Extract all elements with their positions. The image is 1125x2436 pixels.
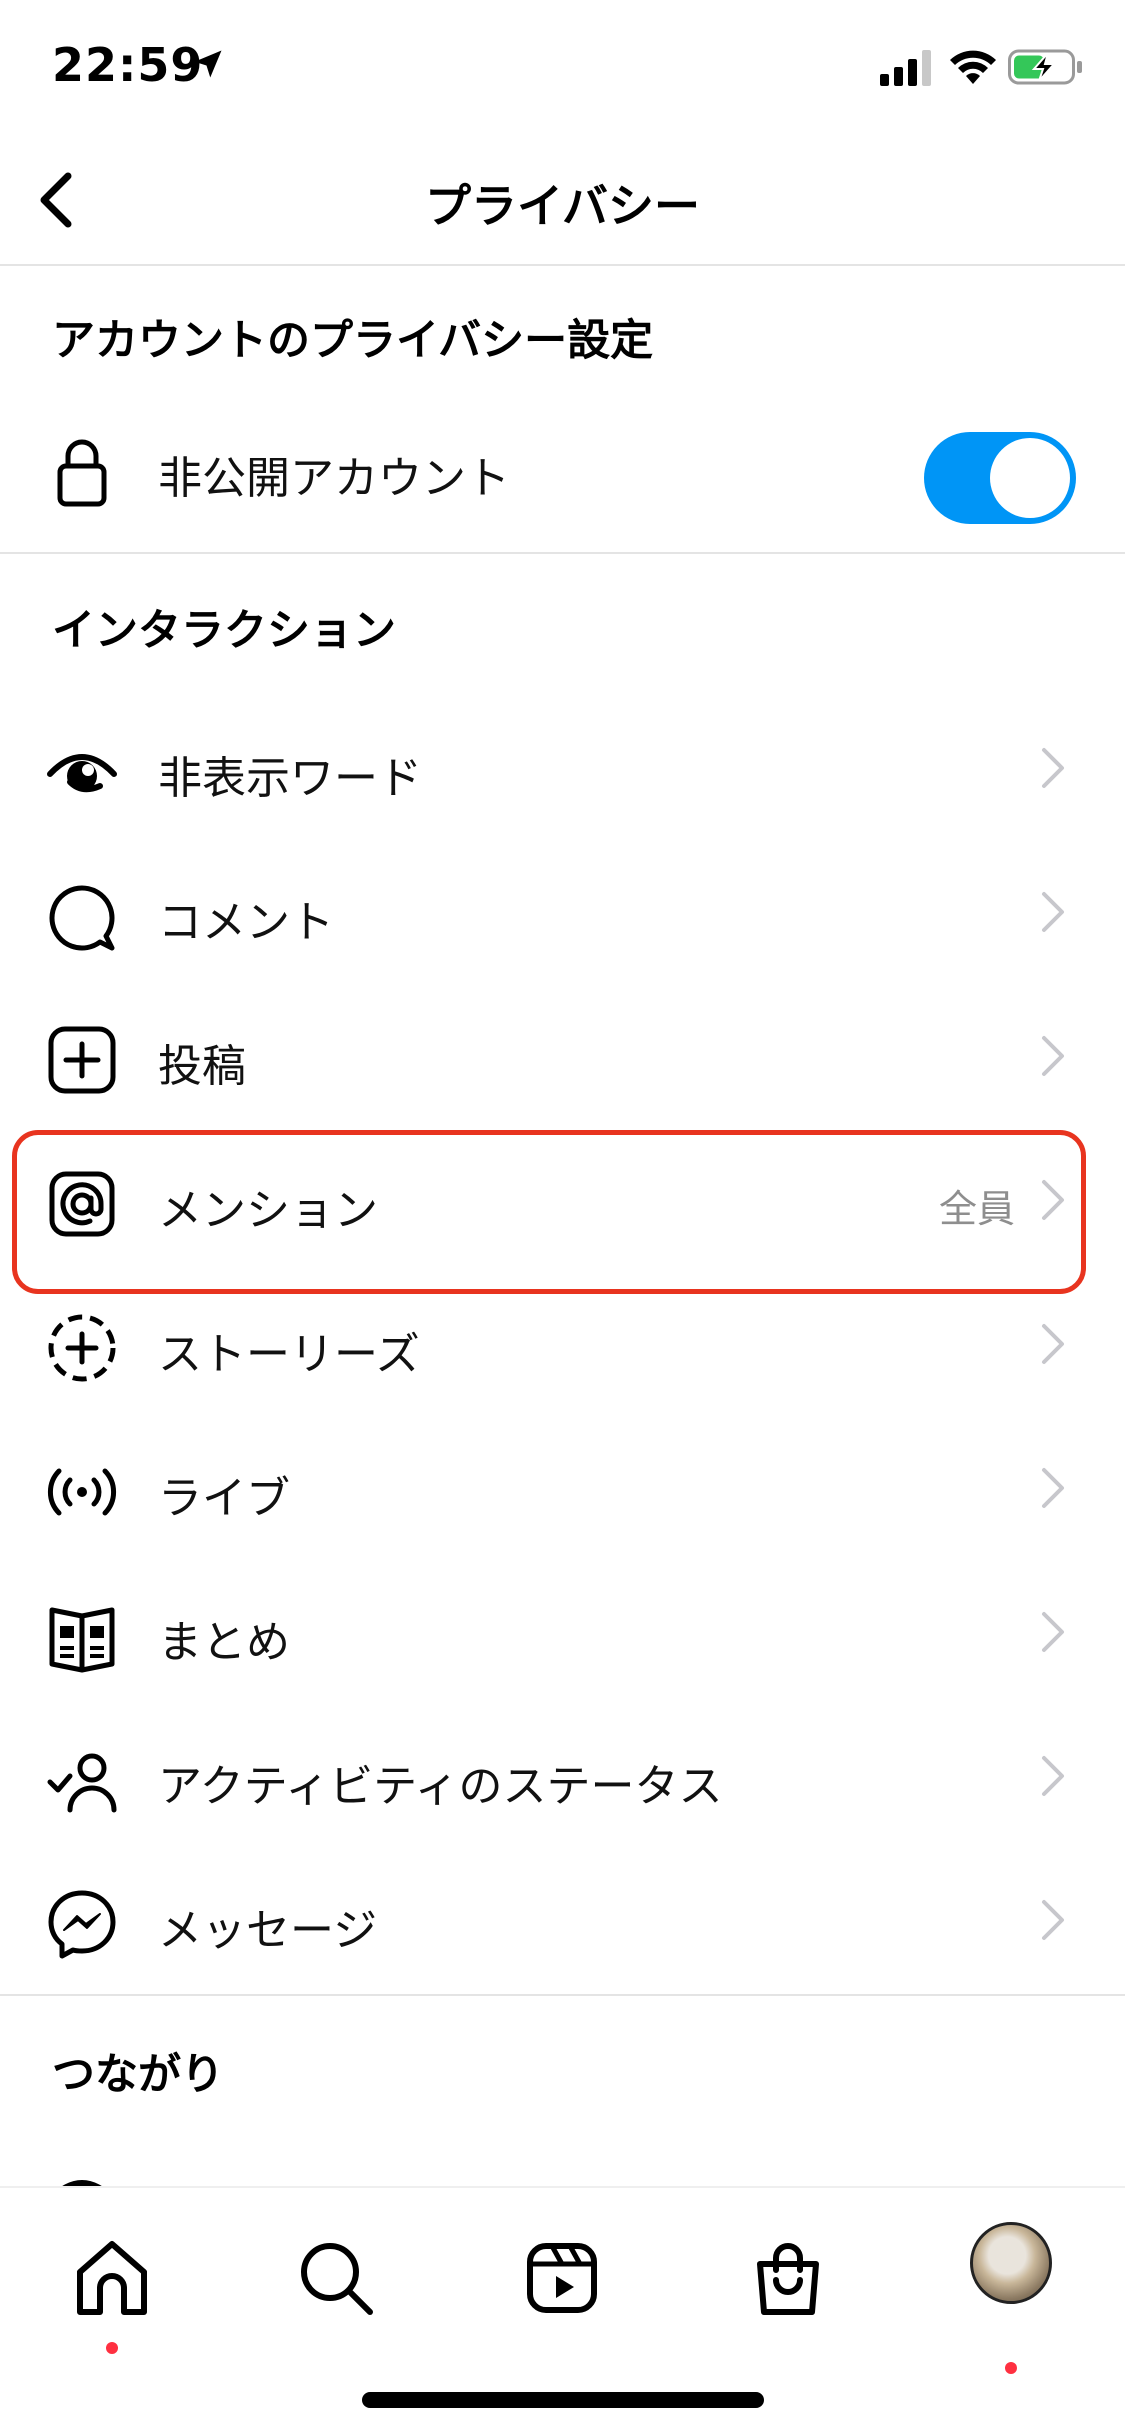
section-header-account-privacy: アカウントのプライバシー設定 (52, 316, 654, 366)
tab-reels[interactable] (512, 2228, 612, 2328)
search-icon (301, 2243, 373, 2315)
messages-row[interactable]: メッセージ (0, 1848, 1125, 1992)
stories-label: ストーリーズ (158, 1329, 420, 1380)
private-account-toggle[interactable] (924, 432, 1076, 524)
posts-label: 投稿 (158, 1041, 246, 1092)
navigation-bar: プライバシー (0, 132, 1125, 266)
chevron-right-icon (1042, 748, 1064, 788)
guides-row[interactable]: まとめ (0, 1560, 1125, 1704)
activity-status-icon (47, 1753, 117, 1813)
stories-row[interactable]: ストーリーズ (0, 1272, 1125, 1416)
home-icon (77, 2241, 147, 2315)
page-title: プライバシー (424, 179, 701, 233)
chevron-right-icon (1042, 892, 1064, 932)
profile-avatar[interactable] (970, 2222, 1052, 2304)
hidden-words-label: 非表示ワード (158, 753, 422, 804)
posts-row[interactable]: 投稿 (0, 984, 1125, 1128)
live-label: ライブ (158, 1473, 290, 1524)
home-indicator (362, 2392, 764, 2408)
add-story-icon (48, 1314, 116, 1382)
messenger-icon (48, 1890, 116, 1959)
live-icon (47, 1468, 117, 1516)
lock-icon (57, 439, 107, 507)
comment-icon (49, 885, 115, 951)
shop-icon (757, 2243, 819, 2315)
live-row[interactable]: ライブ (0, 1416, 1125, 1560)
tab-search[interactable] (286, 2228, 386, 2328)
cellular-signal-icon (880, 50, 931, 86)
guides-icon (49, 1607, 115, 1673)
highlight-box (12, 1130, 1086, 1294)
notification-dot (106, 2342, 118, 2354)
status-bar: 22:59 (0, 0, 1125, 132)
activity-status-row[interactable]: アクティビティのステータス (0, 1704, 1125, 1848)
comments-label: コメント (158, 897, 334, 948)
toggle-knob (990, 438, 1070, 518)
comments-row[interactable]: コメント (0, 840, 1125, 984)
section-header-interactions: インタラクション (52, 606, 396, 656)
guides-label: まとめ (158, 1617, 290, 1668)
notification-dot (1005, 2362, 1017, 2374)
chevron-right-icon (1042, 1036, 1064, 1076)
tab-home[interactable] (62, 2228, 162, 2354)
chevron-right-icon (1042, 1468, 1064, 1508)
hidden-words-icon (47, 754, 117, 793)
divider (0, 1994, 1125, 1996)
messages-label: メッセージ (158, 1905, 378, 1956)
chevron-right-icon (1042, 1324, 1064, 1364)
private-account-label: 非公開アカウント (158, 453, 510, 504)
wifi-icon (950, 50, 996, 84)
activity-status-label: アクティビティのステータス (158, 1761, 723, 1812)
chevron-right-icon (1042, 1756, 1064, 1796)
status-time: 22:59 (52, 38, 204, 92)
chevron-right-icon (1042, 1612, 1064, 1652)
location-arrow-icon (194, 50, 222, 78)
tab-shop[interactable] (738, 2228, 838, 2328)
hidden-words-row[interactable]: 非表示ワード (0, 696, 1125, 840)
battery-charging-icon (1008, 49, 1082, 85)
add-post-icon (48, 1026, 116, 1094)
reels-icon (527, 2243, 597, 2313)
section-header-connections: つながり (52, 2050, 224, 2100)
chevron-right-icon (1042, 1900, 1064, 1940)
divider (0, 552, 1125, 554)
